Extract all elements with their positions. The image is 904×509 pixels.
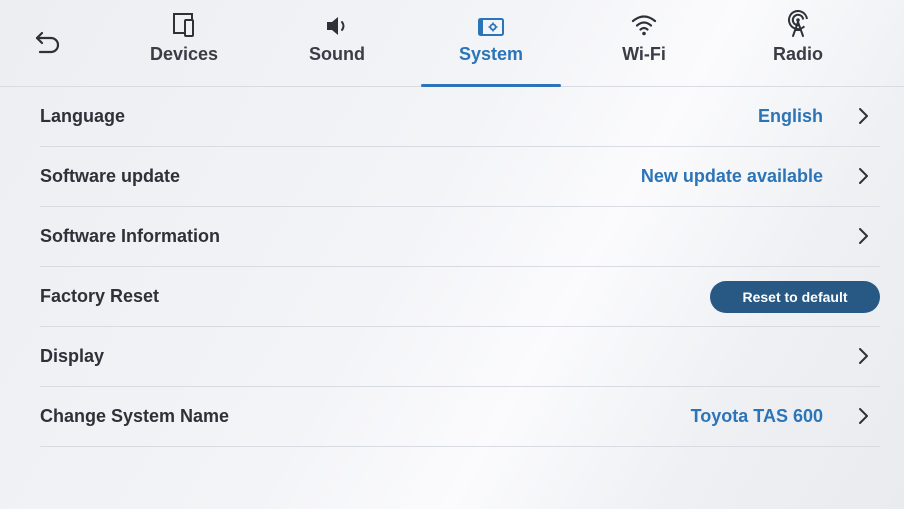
chevron-right-icon [859,408,868,424]
tab-sound[interactable]: Sound [267,0,407,86]
settings-list: Language English Software update New upd… [0,87,904,447]
setting-value: Toyota TAS 600 [690,406,823,426]
setting-title: Software Information [40,226,221,246]
setting-title: Change System Name [40,406,230,426]
wifi-icon [631,15,657,36]
setting-title: Display [40,346,105,366]
speaker-icon [327,17,345,35]
tab-radio-label: Radio [772,44,823,64]
back-button[interactable] [30,24,66,60]
setting-title: Factory Reset [40,286,160,306]
setting-value: New update available [640,166,823,186]
setting-row-factory-reset: Factory Reset Reset to default [40,267,880,327]
tab-wifi[interactable]: Wi-Fi [574,0,714,86]
setting-row-language[interactable]: Language English [40,87,880,147]
tab-system-label: System [458,44,524,64]
back-arrow-icon [35,31,60,54]
setting-title: Software update [40,166,181,186]
chevron-right-icon [859,348,868,364]
devices-icon [173,13,194,37]
tab-wifi-label: Wi-Fi [622,44,666,64]
chevron-right-icon [859,108,868,124]
chevron-right-icon [859,228,868,244]
chevron-right-icon [859,168,868,184]
setting-title: Language [40,106,126,126]
tab-system[interactable]: System [421,0,561,87]
reset-to-default-button[interactable]: Reset to default [710,281,880,313]
tab-radio[interactable]: Radio [728,0,868,86]
setting-row-software-update[interactable]: Software update New update available [40,147,880,207]
setting-row-display[interactable]: Display [40,327,880,387]
settings-header: Devices Sound System Wi-Fi Radio [0,0,904,87]
settings-screen: Devices Sound System Wi-Fi Radio Languag… [0,0,904,509]
tab-devices[interactable]: Devices [114,0,254,86]
setting-row-change-system-name[interactable]: Change System Name Toyota TAS 600 [40,387,880,447]
tab-sound-label: Sound [309,44,365,64]
radio-icon [788,10,808,37]
setting-row-software-information[interactable]: Software Information [40,207,880,267]
system-icon [478,18,504,36]
tab-devices-label: Devices [149,44,219,64]
setting-value: English [757,106,823,126]
